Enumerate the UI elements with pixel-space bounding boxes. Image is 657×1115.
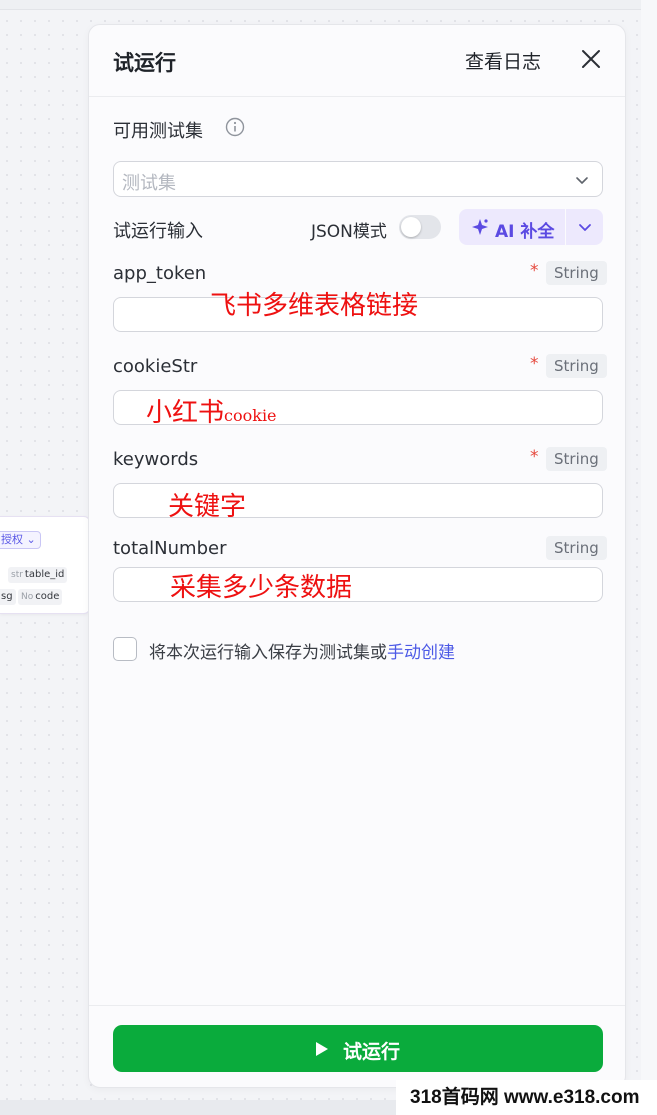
field-type: No xyxy=(21,592,34,602)
annotation-keywords: 关键字 xyxy=(168,492,247,522)
info-icon[interactable] xyxy=(225,117,245,137)
keywords-input[interactable]: 关键字 xyxy=(113,483,603,522)
node-field-chip: str table_id xyxy=(8,567,68,583)
auth-badge[interactable]: 授权 ⌄ xyxy=(0,531,41,549)
manual-create-link[interactable]: 手动创建 xyxy=(387,643,455,663)
test-run-panel: 试运行 查看日志 可用测试集 测试集 试运行输入 JSON模式 AI 补全 ap… xyxy=(88,24,626,1088)
sparkle-icon xyxy=(472,219,488,235)
type-tag: String xyxy=(546,354,607,378)
panel-footer: 试运行 xyxy=(89,1005,625,1089)
type-tag: String xyxy=(546,447,607,471)
panel-title: 试运行 xyxy=(113,51,176,75)
ai-fill-button[interactable]: AI 补全 xyxy=(459,209,565,245)
field-label-keywords: keywords xyxy=(113,449,199,470)
panel-header: 试运行 查看日志 xyxy=(89,25,625,97)
test-run-button-label: 试运行 xyxy=(343,1041,401,1063)
right-scroll-area xyxy=(641,0,657,1100)
toggle-knob xyxy=(401,217,421,237)
field-name: code xyxy=(35,591,60,602)
annotation-app-token: 飞书多维表格链接 xyxy=(210,291,419,321)
watermark: 318首码网 www.e318.com xyxy=(396,1080,657,1115)
field-label-cookie-str: cookieStr xyxy=(113,356,198,377)
required-mark: * xyxy=(530,354,539,374)
background-workflow-node[interactable]: 授权 ⌄ str table_id sg No code xyxy=(0,516,90,614)
run-input-label: 试运行输入 xyxy=(113,221,203,242)
annotation-cookie: 小红书cookie xyxy=(146,400,277,426)
view-logs-button[interactable]: 查看日志 xyxy=(465,47,541,74)
save-as-test-set-checkbox[interactable] xyxy=(113,637,137,661)
required-mark: * xyxy=(530,261,539,281)
required-mark: * xyxy=(530,447,539,467)
field-type: str xyxy=(11,570,23,580)
field-label-total-number: totalNumber xyxy=(113,538,227,559)
chevron-down-icon xyxy=(579,224,591,231)
field-label-app-token: app_token xyxy=(113,263,207,284)
annotation-cookie-main: 小红书 xyxy=(146,398,225,428)
close-button[interactable] xyxy=(579,47,603,71)
json-mode-toggle[interactable] xyxy=(399,215,441,239)
ai-fill-group: AI 补全 xyxy=(459,209,603,245)
type-tag: String xyxy=(546,536,607,560)
test-set-select[interactable]: 测试集 xyxy=(113,161,603,197)
test-set-placeholder: 测试集 xyxy=(122,173,176,194)
ai-fill-label: AI 补全 xyxy=(495,222,555,242)
chevron-down-icon xyxy=(576,177,588,184)
json-mode-label: JSON模式 xyxy=(311,222,387,242)
field-name: sg xyxy=(1,591,13,602)
node-field-chip: No code xyxy=(18,589,63,605)
app-token-input[interactable]: 飞书多维表格链接 xyxy=(113,293,603,332)
canvas-top-strip xyxy=(0,0,657,10)
cookie-str-input[interactable]: 小红书cookie xyxy=(113,390,603,426)
type-tag: String xyxy=(546,261,607,285)
test-set-label: 可用测试集 xyxy=(113,121,203,142)
field-name: table_id xyxy=(24,569,65,580)
save-as-test-set-text: 将本次运行输入保存为测试集或手动创建 xyxy=(149,638,455,663)
annotation-total: 采集多少条数据 xyxy=(170,573,353,603)
close-icon xyxy=(582,50,600,68)
total-number-input[interactable]: 采集多少条数据 xyxy=(113,567,603,602)
play-icon xyxy=(316,1042,328,1056)
ai-fill-dropdown[interactable] xyxy=(566,209,603,245)
auth-label: 授权 xyxy=(1,533,23,546)
test-run-button[interactable]: 试运行 xyxy=(113,1025,603,1072)
save-option-text: 将本次运行输入保存为测试集或 xyxy=(149,643,387,663)
annotation-cookie-suffix: cookie xyxy=(224,406,277,425)
node-field-chip: sg xyxy=(0,589,16,605)
